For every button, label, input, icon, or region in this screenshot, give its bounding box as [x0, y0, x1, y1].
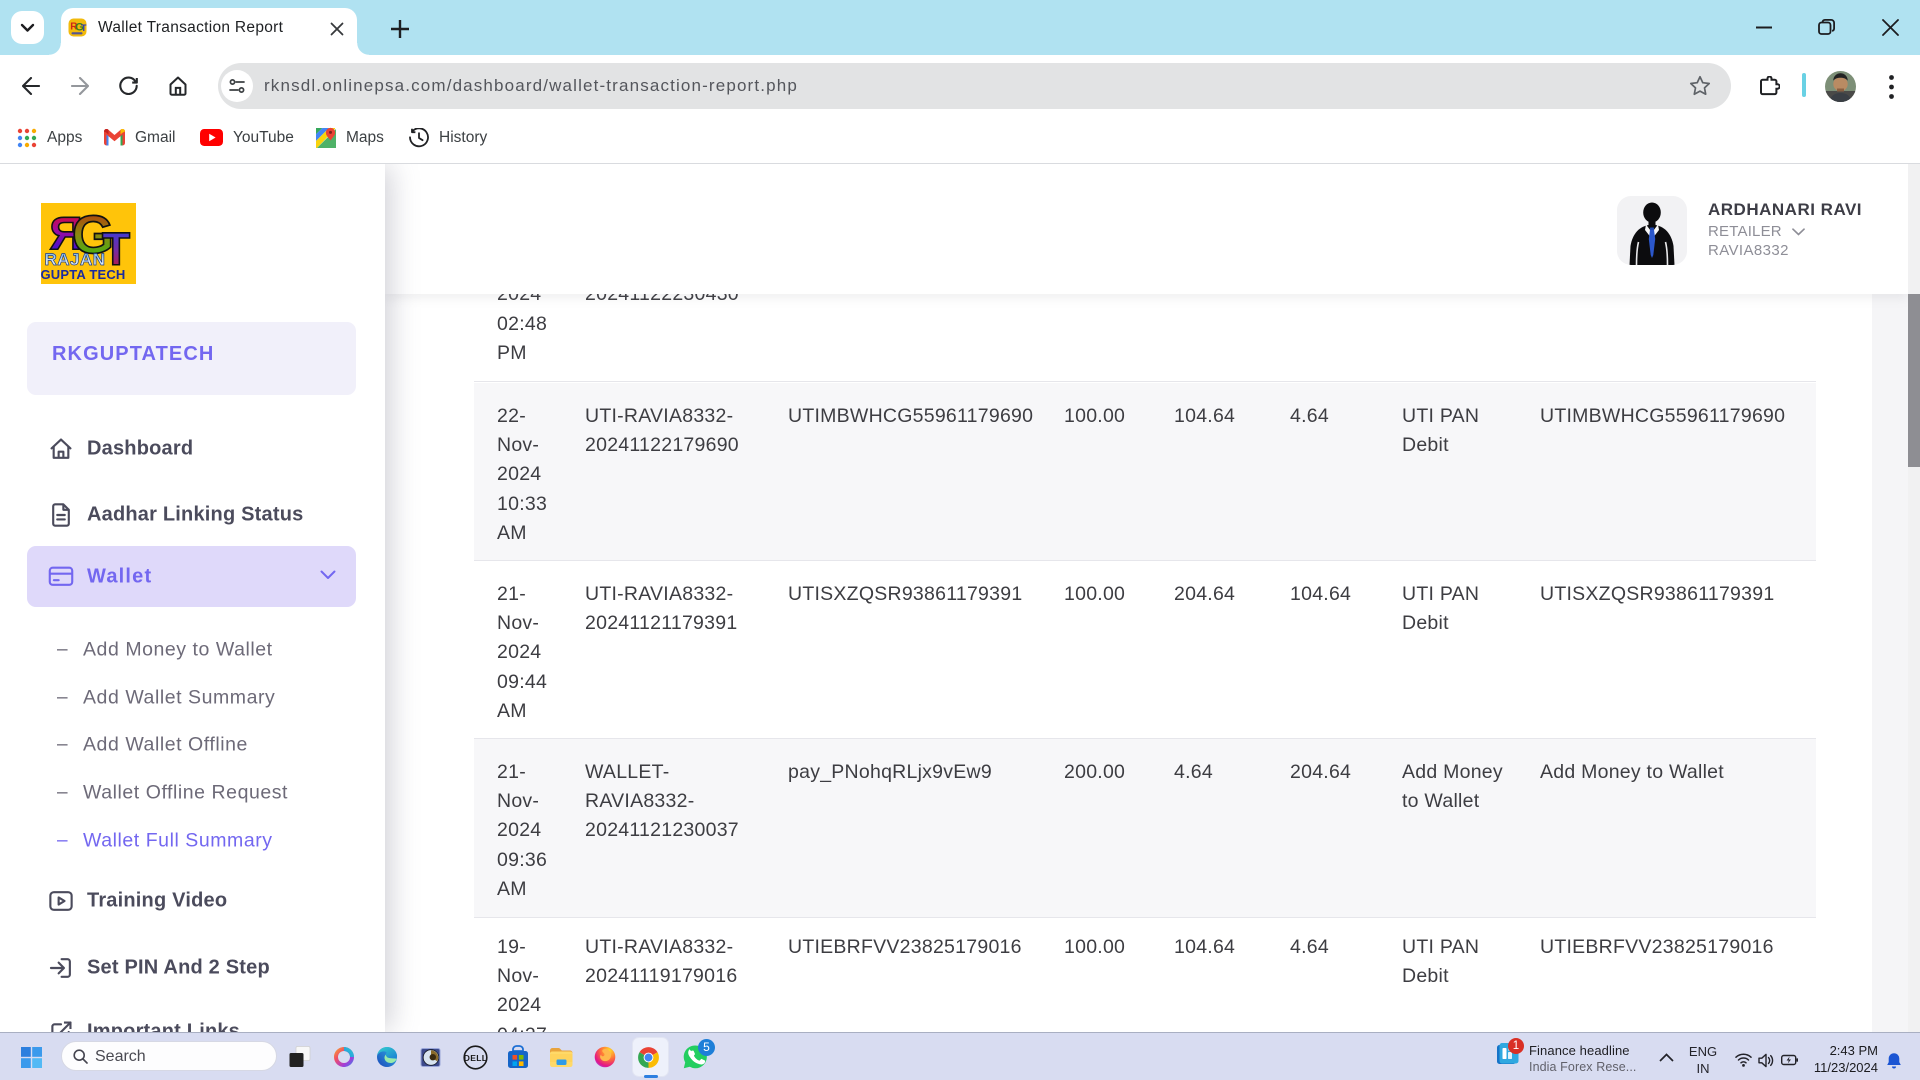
svg-text:GUPTA TECH: GUPTA TECH — [41, 267, 126, 282]
svg-text:T: T — [81, 23, 87, 33]
svg-text:DELL: DELL — [463, 1053, 486, 1063]
